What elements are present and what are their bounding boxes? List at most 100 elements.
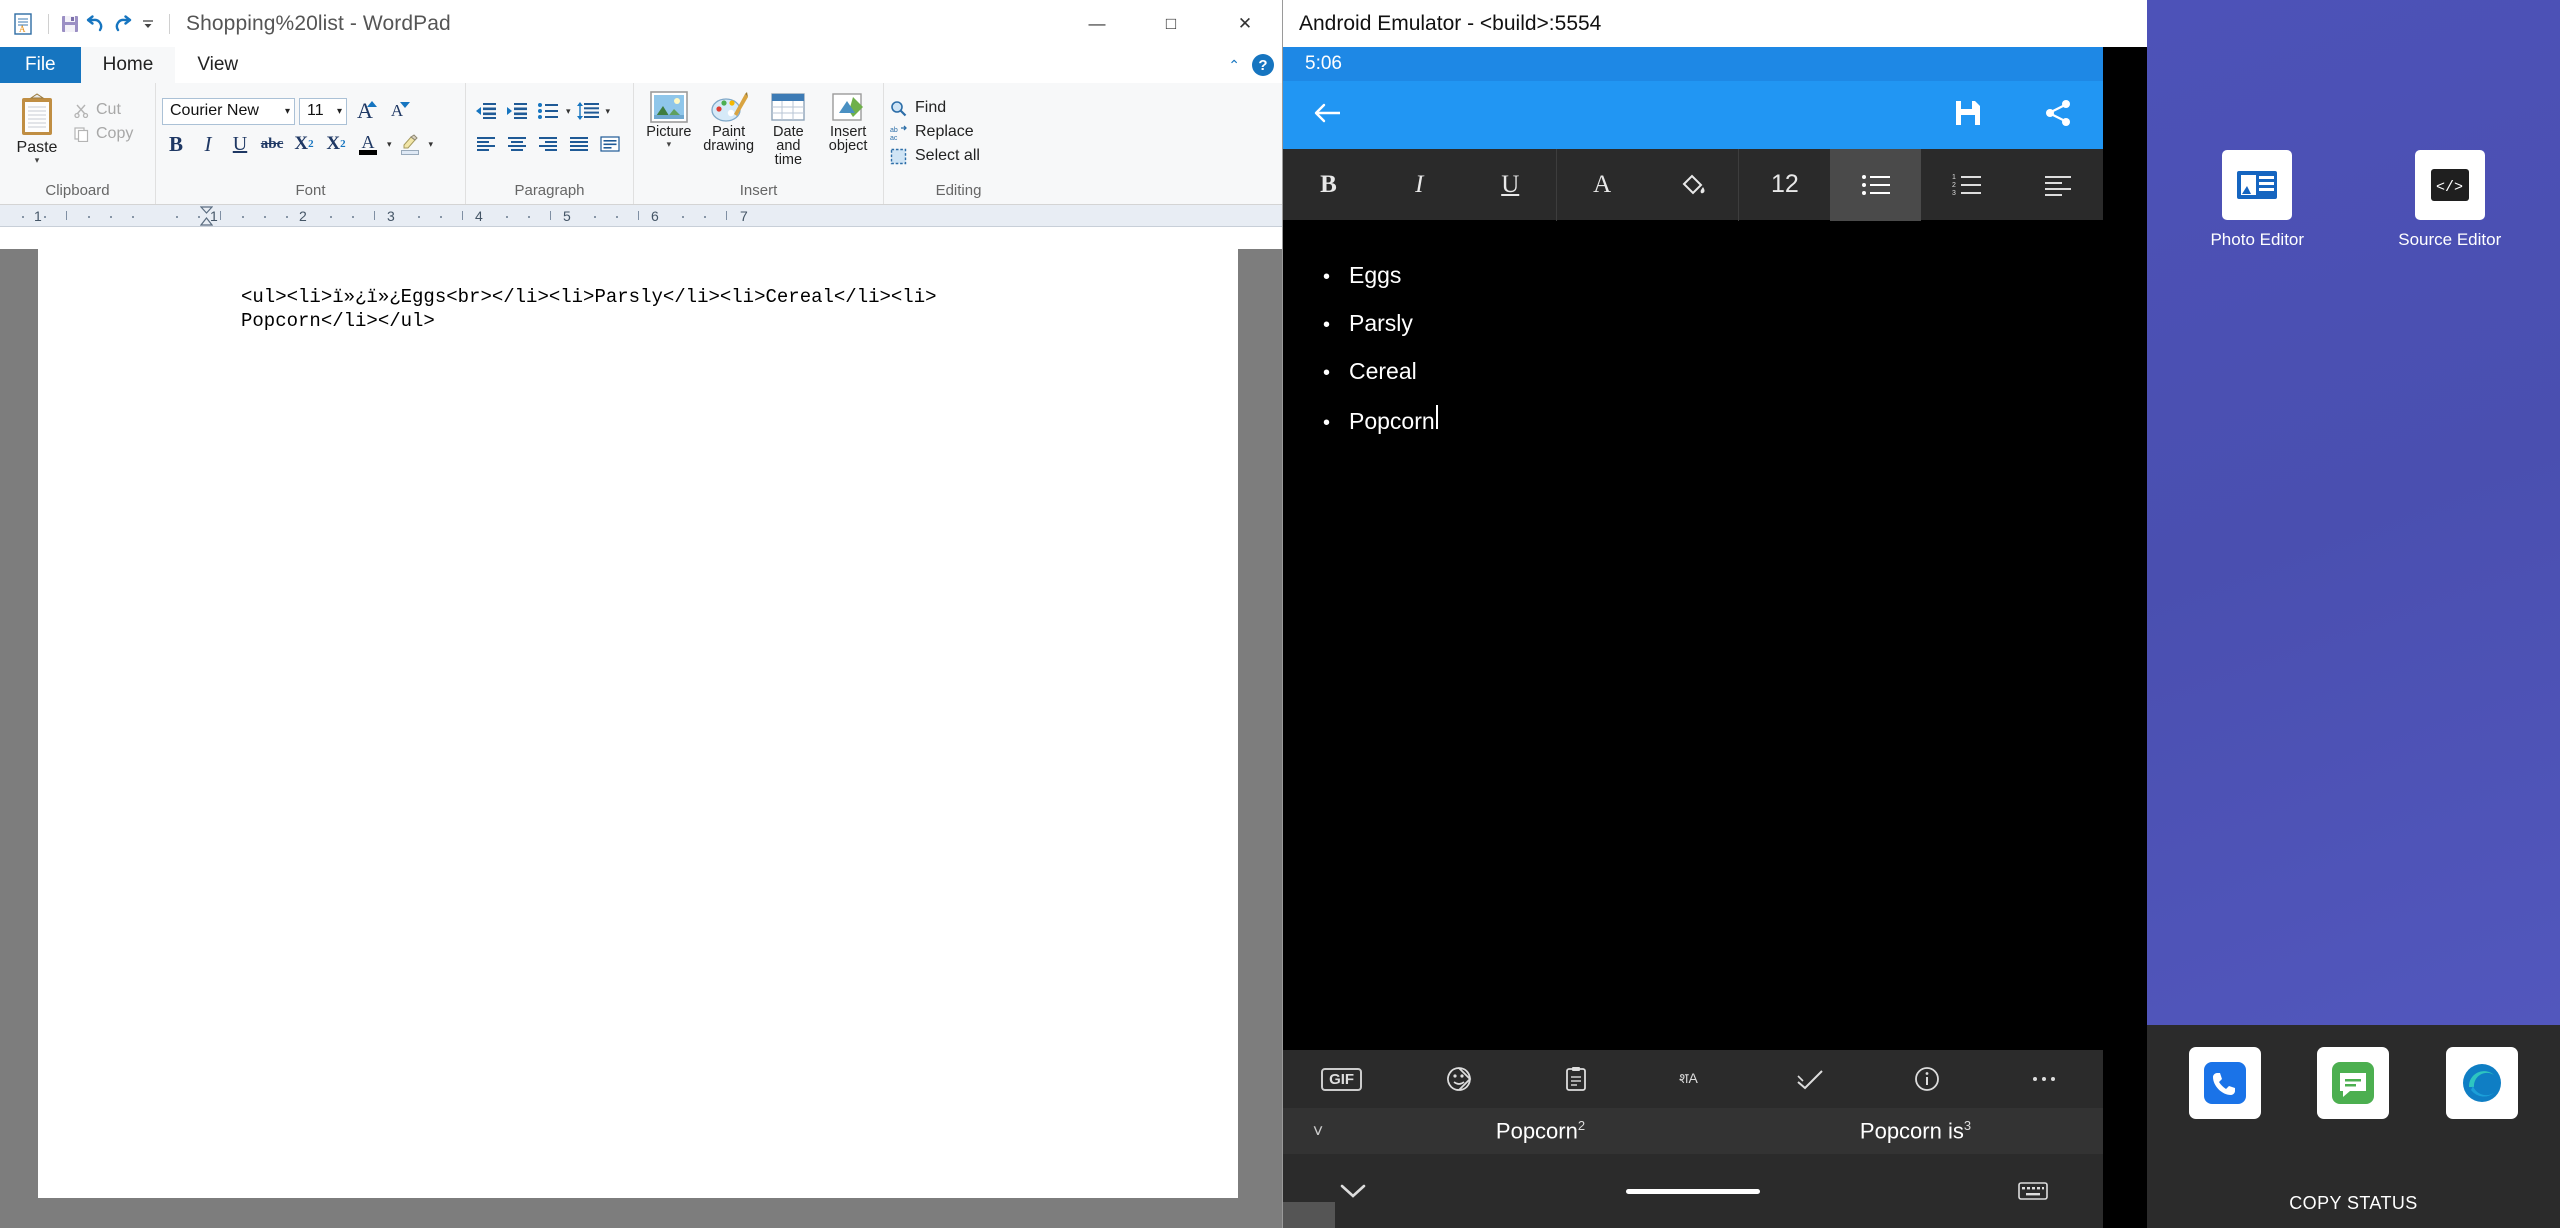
share-icon[interactable] [2043,98,2073,133]
save-icon[interactable] [1953,98,1983,133]
align-left-button[interactable] [472,130,500,158]
list-item[interactable]: • Popcorn [1323,405,2103,437]
edge-icon[interactable] [2445,1047,2518,1119]
font-size-combo[interactable]: 11 ▾ [299,97,347,125]
redo-icon[interactable] [109,11,135,37]
strikethrough-button[interactable]: abc [258,130,286,158]
insert-picture-button[interactable]: Picture ▾ [640,91,698,149]
font-size-button[interactable]: 12 [1738,148,1830,221]
text-color-letter: A [361,131,375,152]
decrease-indent-button[interactable] [472,97,500,125]
translate-icon[interactable]: शA [1634,1067,1751,1091]
bullets-caret-icon[interactable]: ▾ [566,106,571,117]
undo-icon[interactable] [83,11,109,37]
tab-file[interactable]: File [0,47,81,83]
home-indicator[interactable] [1626,1188,1760,1194]
grow-font-button[interactable]: A [351,97,379,125]
desktop-icon-source-editor[interactable]: </> Source Editor [2380,150,2520,250]
svg-text:ab: ab [890,127,898,134]
list-item[interactable]: • Parsly [1323,309,2103,339]
highlight-color-button[interactable] [396,130,424,158]
phone-icon[interactable] [2189,1047,2262,1119]
align-justify-button[interactable] [565,130,593,158]
underline-button[interactable]: U [1465,149,1556,221]
suggestion-item[interactable]: Popcorn is3 [1728,1118,2103,1144]
chevron-collapse-icon[interactable]: ˅ [1283,1121,1353,1142]
align-right-button[interactable] [534,130,562,158]
collapse-ribbon-icon[interactable]: ⌃ [1228,57,1240,74]
window-title: Shopping%20list - WordPad [186,11,451,35]
underline-button[interactable]: U [226,130,254,158]
tab-view[interactable]: View [175,47,260,83]
customize-qat-icon[interactable] [135,11,161,37]
text-color-button[interactable]: A [1555,148,1648,221]
date-time-button[interactable]: Date and time [760,91,818,167]
chevron-down-icon[interactable]: ▾ [285,106,290,117]
italic-button[interactable]: I [194,130,222,158]
back-arrow-icon[interactable] [1313,101,1343,130]
cut-button[interactable]: Cut [74,101,133,119]
close-button[interactable]: ✕ [1208,0,1282,47]
save-icon[interactable] [57,11,83,37]
desktop-icons: Photo Editor </> Source Editor [2147,150,2560,250]
info-icon[interactable] [1869,1066,1986,1092]
source-editor-icon: </> [2414,150,2485,220]
document-page[interactable]: <ul><li>ï»¿ï»¿Eggs<br></li><li>Parsly</l… [38,249,1238,1198]
increase-indent-icon [507,103,527,119]
line-spacing-caret-icon[interactable]: ▾ [606,106,611,117]
bold-button[interactable]: B [1283,149,1374,221]
ruler[interactable]: 1 1 2 3 4 5 6 7 [0,205,1282,227]
text-color-caret-icon[interactable]: ▾ [387,139,392,150]
increase-indent-button[interactable] [503,97,531,125]
shrink-font-button[interactable]: A [383,97,411,125]
clipboard-icon[interactable] [1517,1066,1634,1092]
sticker-icon[interactable] [1400,1066,1517,1092]
messages-icon[interactable] [2317,1047,2390,1119]
window-controls: — □ ✕ [1060,0,1282,47]
paste-caret-icon[interactable]: ▾ [35,156,40,165]
note-editor-body[interactable]: • Eggs • Parsly • Cereal • Popcorn [1283,221,2103,1048]
suggestion-item[interactable]: Popcorn2 [1353,1118,1728,1144]
list-item[interactable]: • Cereal [1323,357,2103,387]
paint-drawing-button[interactable]: Paint drawing [700,91,758,153]
maximize-button[interactable]: □ [1134,0,1208,47]
indent-marker[interactable] [199,206,214,226]
insert-picture-caret-icon[interactable]: ▾ [667,140,672,149]
superscript-button[interactable]: X2 [322,130,350,158]
list-item[interactable]: • Eggs [1323,261,2103,291]
bullets-button[interactable] [534,97,562,125]
numbered-list-button[interactable]: 123 [1921,149,2012,221]
bulleted-list-button[interactable] [1830,148,1922,221]
desktop-icon-photo-editor[interactable]: Photo Editor [2187,150,2327,250]
document-text[interactable]: <ul><li>ï»¿ï»¿Eggs<br></li><li>Parsly</l… [38,249,1238,333]
date-time-icon [769,91,807,123]
more-icon[interactable] [1986,1075,2103,1083]
replace-button[interactable]: ab ac Replace [890,123,980,141]
help-button[interactable]: ? [1252,54,1274,76]
text-color-button[interactable]: A [354,130,382,158]
select-all-button[interactable]: Select all [890,147,980,165]
paste-button[interactable]: Paste ▾ [6,91,68,165]
minimize-button[interactable]: — [1060,0,1134,47]
highlight-caret-icon[interactable]: ▾ [429,139,434,150]
line-spacing-button[interactable] [574,97,602,125]
find-button[interactable]: Find [890,99,980,117]
chevron-down-icon[interactable] [1283,1182,1423,1200]
align-center-button[interactable] [503,130,531,158]
tab-home[interactable]: Home [80,47,176,83]
bold-button[interactable]: B [162,130,190,158]
copy-button[interactable]: Copy [74,125,133,143]
keyboard-icon[interactable] [1963,1181,2103,1201]
wordpad-app-icon: A [10,11,36,37]
paragraph-settings-button[interactable] [596,130,624,158]
gif-icon[interactable]: GIF [1283,1067,1400,1091]
handwriting-icon[interactable] [1752,1068,1869,1090]
home-indicator-wrap[interactable] [1423,1188,1963,1194]
align-button[interactable] [2012,149,2103,221]
chevron-down-icon[interactable]: ▾ [337,106,342,117]
italic-button[interactable]: I [1374,149,1465,221]
subscript-button[interactable]: X2 [290,130,318,158]
insert-object-button[interactable]: Insert object [819,91,877,153]
font-name-combo[interactable]: Courier New ▾ [162,97,295,125]
fill-color-button[interactable] [1648,149,1739,221]
